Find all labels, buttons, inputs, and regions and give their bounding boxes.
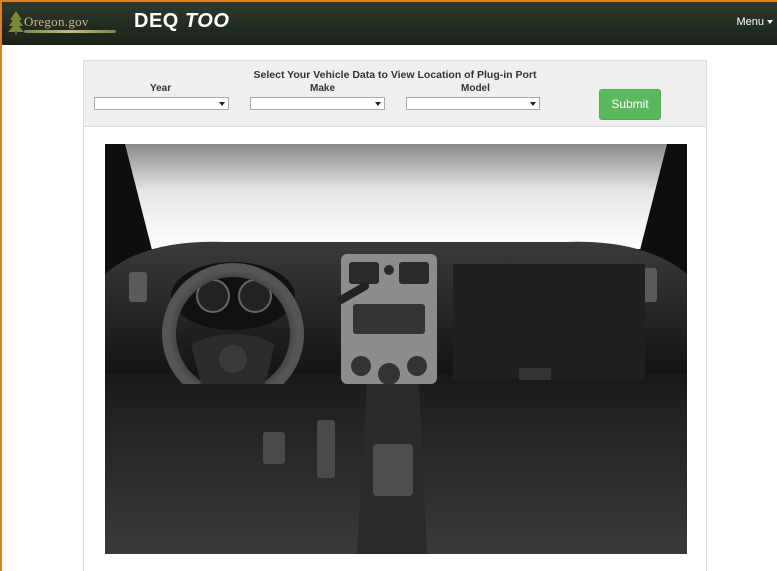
make-select[interactable]: [250, 97, 385, 110]
dropdown-arrow-icon: [530, 102, 536, 106]
model-select[interactable]: [406, 97, 540, 110]
oregon-gov-logo[interactable]: Oregon.gov: [8, 8, 118, 38]
logo-swoosh: [24, 30, 116, 33]
vehicle-panel: Select Your Vehicle Data to View Locatio…: [83, 60, 707, 571]
model-label: Model: [461, 83, 490, 94]
menu-label: Menu: [736, 16, 764, 28]
submit-button[interactable]: Submit: [599, 89, 661, 120]
tree-icon: [8, 11, 24, 35]
dropdown-arrow-icon: [375, 102, 381, 106]
selector-title: Select Your Vehicle Data to View Locatio…: [253, 69, 537, 81]
brand-main: DEQ: [134, 10, 185, 32]
logo-text: Oregon.gov: [24, 14, 89, 29]
top-navbar: Oregon.gov DEQ TOO Menu: [2, 2, 777, 45]
menu-dropdown[interactable]: Menu: [736, 16, 773, 28]
caret-down-icon: [767, 20, 773, 24]
site-brand[interactable]: DEQ TOO: [134, 10, 229, 33]
dropdown-arrow-icon: [219, 102, 225, 106]
vehicle-selector: Select Your Vehicle Data to View Locatio…: [84, 61, 706, 127]
brand-emphasis: TOO: [184, 10, 230, 32]
year-label: Year: [150, 83, 172, 94]
make-label: Make: [310, 83, 336, 94]
year-select[interactable]: [94, 97, 229, 110]
vehicle-dashboard-image: [105, 144, 687, 554]
